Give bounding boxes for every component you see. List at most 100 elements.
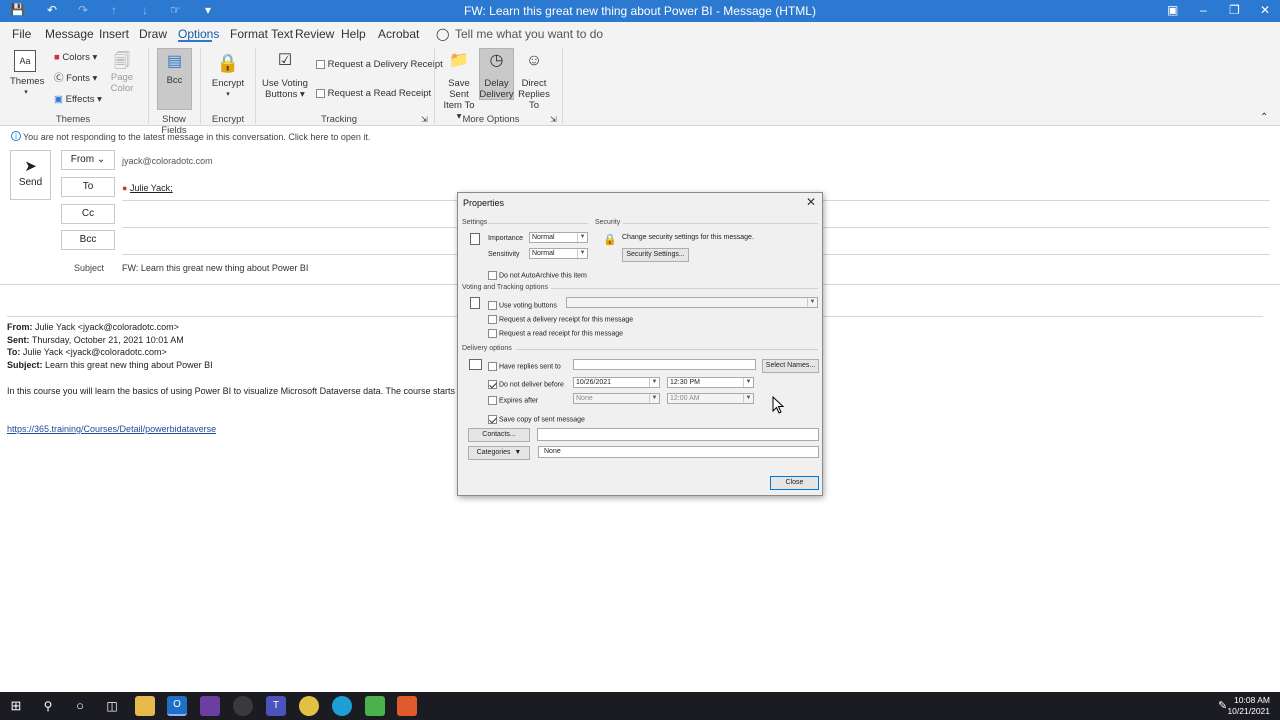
subject-field[interactable]: FW: Learn this great new thing about Pow… <box>122 263 308 273</box>
info-bar[interactable]: i You are not responding to the latest m… <box>0 127 1280 145</box>
bcc-field-button[interactable]: Bcc <box>61 230 115 250</box>
minimize-icon[interactable]: – <box>1200 3 1207 17</box>
course-link[interactable]: https://365.training/Courses/Detail/powe… <box>7 424 216 434</box>
deliver-before-checkbox[interactable]: Do not deliver before <box>488 380 564 389</box>
read-receipt-checkbox[interactable]: Request a Read Receipt <box>316 88 431 99</box>
expires-date-picker[interactable]: None ▼ <box>573 393 660 404</box>
body-subject-label: Subject: <box>7 360 43 370</box>
tab-acrobat[interactable]: Acrobat <box>378 27 419 41</box>
delivery-receipt-checkbox[interactable]: Request a Delivery Receipt <box>316 59 443 70</box>
chevron-down-icon: ▼ <box>649 378 659 387</box>
tab-file[interactable]: File <box>12 27 31 41</box>
expires-time-picker[interactable]: 12:00 AM ▼ <box>667 393 754 404</box>
use-voting-checkbox[interactable]: Use voting buttons <box>488 301 557 310</box>
security-settings-button[interactable]: Security Settings... <box>622 248 689 262</box>
voting-label-1: Use Voting <box>262 78 308 89</box>
tell-me-search[interactable]: Tell me what you want to do <box>455 27 603 41</box>
outlook-icon[interactable]: O <box>167 696 187 716</box>
replies-to-checkbox[interactable]: Have replies sent to <box>488 362 561 371</box>
info-bar-text[interactable]: You are not responding to the latest mes… <box>23 132 370 142</box>
sensitivity-select[interactable]: Normal ▼ <box>529 248 588 259</box>
tab-message[interactable]: Message <box>45 27 94 41</box>
checkbox-icon <box>488 396 497 405</box>
colors-button[interactable]: ■ Colors ▾ <box>54 52 97 63</box>
use-voting-buttons-button[interactable]: ☑ Use Voting Buttons ▾ <box>262 50 308 100</box>
to-button[interactable]: To <box>61 177 115 197</box>
chevron-down-icon: ▼ <box>649 394 659 403</box>
clock[interactable]: 10:08 AM 10/21/2021 <box>1227 695 1270 717</box>
to-recipient[interactable]: Julie Yack; <box>130 183 173 193</box>
search-icon[interactable]: ⚲ <box>38 696 58 716</box>
file-explorer-icon[interactable] <box>135 696 155 716</box>
camtasia-icon[interactable] <box>365 696 385 716</box>
expires-after-checkbox[interactable]: Expires after <box>488 396 538 405</box>
cc-button[interactable]: Cc <box>61 204 115 224</box>
visual-studio-icon[interactable] <box>200 696 220 716</box>
autoarchive-checkbox[interactable]: Do not AutoArchive this item <box>488 271 587 280</box>
teams-icon[interactable]: T <box>266 696 286 716</box>
direct-label-1: Direct <box>521 78 547 89</box>
save-copy-checkbox[interactable]: Save copy of sent message <box>488 415 585 424</box>
voting-tracking-heading: Voting and Tracking options <box>462 284 549 291</box>
select-names-button[interactable]: Select Names... <box>762 359 819 373</box>
tab-insert[interactable]: Insert <box>99 27 129 41</box>
snagit-icon[interactable] <box>397 696 417 716</box>
close-window-icon[interactable]: ✕ <box>1260 3 1270 17</box>
encrypt-button[interactable]: 🔒 Encrypt ▾ <box>210 52 246 100</box>
effects-button[interactable]: ▣ Effects ▾ <box>54 94 102 105</box>
checkbox-checked-icon <box>488 415 497 424</box>
save-sent-label-1: Save Sent <box>448 78 470 100</box>
tab-options[interactable]: Options <box>178 27 219 41</box>
save-sent-item-button[interactable]: 📁 Save Sent Item To ▾ <box>440 50 478 122</box>
settings-icon <box>470 233 480 245</box>
fonts-button[interactable]: Ⓒ Fonts ▾ <box>54 73 97 84</box>
settings-heading: Settings <box>462 219 488 226</box>
bcc-button-content[interactable]: ▤ Bcc <box>157 52 192 86</box>
slack-icon[interactable] <box>233 696 253 716</box>
contacts-button[interactable]: Contacts... <box>468 428 530 442</box>
voting-options-icon <box>470 297 480 309</box>
voting-buttons-select[interactable]: ▼ <box>566 297 818 308</box>
direct-replies-button[interactable]: ☺ Direct Replies To <box>515 50 553 111</box>
tab-draw[interactable]: Draw <box>139 27 167 41</box>
dialog-read-receipt-checkbox[interactable]: Request a read receipt for this message <box>488 329 623 338</box>
checkbox-icon <box>488 315 497 324</box>
close-button[interactable]: Close <box>770 476 819 490</box>
to-field[interactable]: ● Julie Yack; <box>122 183 173 193</box>
dialog-title: Properties <box>463 198 505 208</box>
categories-field[interactable]: None <box>538 446 819 458</box>
collapse-ribbon-icon[interactable]: ⌃ <box>1260 112 1268 123</box>
more-options-dialog-launcher[interactable]: ⇲ <box>550 114 557 125</box>
contacts-input[interactable] <box>537 428 819 441</box>
pen-icon[interactable]: ✎ <box>1218 699 1227 712</box>
send-button[interactable]: ➤ Send <box>10 150 51 200</box>
replies-to-input[interactable] <box>573 359 756 370</box>
chrome-icon[interactable] <box>299 696 319 716</box>
maximize-icon[interactable]: ❐ <box>1229 3 1240 17</box>
deliver-date-picker[interactable]: 10/26/2021 ▼ <box>573 377 660 388</box>
importance-select[interactable]: Normal ▼ <box>529 232 588 243</box>
dialog-delivery-receipt-checkbox[interactable]: Request a delivery receipt for this mess… <box>488 315 633 324</box>
from-button[interactable]: From ⌄ <box>61 150 115 170</box>
tab-format-text[interactable]: Format Text <box>230 27 293 41</box>
themes-button[interactable]: Aa Themes ▾ <box>10 50 44 98</box>
deliver-time-picker[interactable]: 12:30 PM ▼ <box>667 377 754 388</box>
page-color-button[interactable]: 🗐 Page Color <box>108 52 136 94</box>
deliver-date-value: 10/26/2021 <box>576 379 612 386</box>
dialog-close-icon[interactable]: ✕ <box>806 195 816 209</box>
tab-help[interactable]: Help <box>341 27 366 41</box>
categories-button[interactable]: Categories ▼ <box>468 446 530 460</box>
colors-label: Colors <box>62 52 90 63</box>
delay-delivery-button[interactable]: ◷ Delay Delivery <box>479 50 514 100</box>
windows-start-icon[interactable]: ⊞ <box>6 696 26 716</box>
tab-review[interactable]: Review <box>295 27 334 41</box>
checkbox-icon <box>488 329 497 338</box>
cortana-icon[interactable]: ○ <box>70 696 90 716</box>
lock-icon: 🔒 <box>216 53 240 73</box>
tracking-dialog-launcher[interactable]: ⇲ <box>421 114 428 125</box>
ribbon-display-icon[interactable]: ▣ <box>1167 3 1178 17</box>
task-view-icon[interactable]: ◫ <box>102 696 122 716</box>
body-paragraph: In this course you will learn the basics… <box>7 386 465 396</box>
edge-icon[interactable] <box>332 696 352 716</box>
security-divider <box>623 223 818 224</box>
